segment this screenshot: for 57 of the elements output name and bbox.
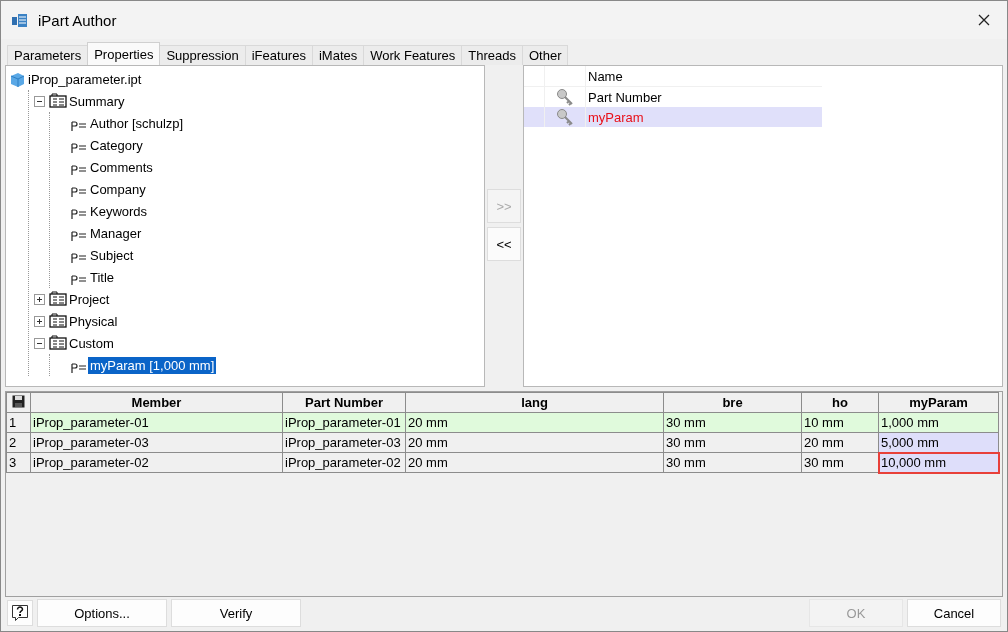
tab[interactable]: iMates xyxy=(311,45,365,65)
column-header: Part Number xyxy=(282,392,406,413)
row-number: 3 xyxy=(6,452,31,473)
column-header: Name xyxy=(587,68,623,84)
row-number: 1 xyxy=(6,412,31,433)
help-icon xyxy=(11,604,29,622)
tab[interactable]: iFeatures xyxy=(244,45,313,65)
close-icon xyxy=(978,14,990,26)
tree-item[interactable]: Keywords xyxy=(88,202,150,220)
tree-item[interactable]: Manager xyxy=(88,224,144,242)
table-cell: 10,000 mm xyxy=(878,452,999,473)
list-item-name: Part Number xyxy=(587,89,662,105)
list-row[interactable]: myParam xyxy=(524,107,822,127)
tab[interactable]: Parameters xyxy=(7,45,89,65)
column-header: Member xyxy=(30,392,283,413)
expand-icon[interactable] xyxy=(33,293,45,305)
column-header: lang xyxy=(405,392,664,413)
dialog-button[interactable]: Verify xyxy=(171,599,301,627)
column-header: bre xyxy=(663,392,802,413)
tab[interactable]: Suppression xyxy=(159,45,246,65)
tab[interactable]: Other xyxy=(521,45,569,65)
tree-item[interactable]: iProp_parameter.ipt xyxy=(26,70,144,88)
help-button[interactable] xyxy=(7,600,33,626)
column-header: myParam xyxy=(878,392,999,413)
tree-item[interactable]: Title xyxy=(88,268,117,286)
row-number: 2 xyxy=(6,432,31,453)
app-icon xyxy=(11,11,28,29)
tree-item[interactable]: Author [schulzp] xyxy=(88,114,186,132)
tree-item[interactable]: Category xyxy=(88,136,145,154)
collapse-icon[interactable] xyxy=(33,337,45,349)
tab[interactable]: Threads xyxy=(461,45,523,65)
cube-icon xyxy=(8,70,26,88)
tree-item[interactable]: Project xyxy=(67,290,112,308)
property-group-icon xyxy=(49,312,67,330)
property-group-icon xyxy=(49,92,67,110)
tree-item[interactable]: Subject xyxy=(88,246,136,264)
tree-item[interactable]: myParam [1,000 mm] xyxy=(88,356,217,374)
property-group-icon xyxy=(49,290,67,308)
collapse-icon[interactable] xyxy=(33,95,45,107)
dialog-button[interactable]: Cancel xyxy=(907,599,1001,627)
property-group-icon xyxy=(49,334,67,352)
save-icon xyxy=(12,394,25,408)
tab[interactable]: Work Features xyxy=(363,45,463,65)
tree-item[interactable]: Custom xyxy=(67,334,116,352)
tree-item[interactable]: Company xyxy=(88,180,148,198)
tree-item[interactable]: Physical xyxy=(67,312,120,330)
tree-item[interactable]: Summary xyxy=(67,92,127,110)
column-header: ho xyxy=(801,392,879,413)
window-title: iPart Author xyxy=(38,11,118,29)
tab[interactable]: Properties xyxy=(87,42,161,65)
move-button[interactable]: << xyxy=(487,227,521,261)
list-item-name: myParam xyxy=(587,109,644,125)
key-icon xyxy=(556,108,574,126)
tree-item[interactable]: Comments xyxy=(88,158,155,176)
expand-icon[interactable] xyxy=(33,315,45,327)
dialog-button[interactable]: Options... xyxy=(37,599,167,627)
key-icon xyxy=(556,88,574,106)
